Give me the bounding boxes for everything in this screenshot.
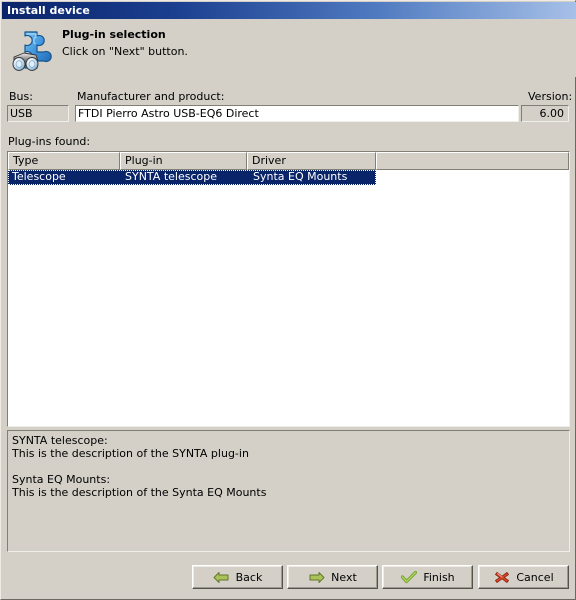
bus-field: USB: [7, 105, 69, 122]
description-pane: SYNTA telescope: This is the description…: [7, 430, 570, 552]
checkmark-icon: [400, 570, 417, 585]
cell-type: Telescope: [12, 170, 66, 183]
cancel-button[interactable]: Cancel: [478, 565, 569, 589]
listview-header: Type Plug-in Driver: [8, 152, 569, 170]
back-button[interactable]: Back: [192, 565, 283, 589]
next-button[interactable]: Next: [287, 565, 378, 589]
titlebar: Install device: [2, 2, 576, 19]
close-icon: [493, 570, 510, 585]
column-header-driver[interactable]: Driver: [247, 152, 376, 170]
cell-driver: Synta EQ Mounts: [253, 170, 348, 183]
description-line-1: SYNTA telescope:: [12, 434, 108, 447]
bus-label: Bus:: [9, 90, 33, 103]
plugins-listview[interactable]: Type Plug-in Driver Telescope SYNTA tele…: [7, 151, 570, 427]
version-label: Version:: [528, 90, 573, 103]
finish-button[interactable]: Finish: [382, 565, 473, 589]
column-header-plugin[interactable]: Plug-in: [120, 152, 247, 170]
table-row[interactable]: Telescope SYNTA telescope Synta EQ Mount…: [8, 170, 376, 185]
column-header-type[interactable]: Type: [8, 152, 120, 170]
finish-button-label: Finish: [423, 570, 455, 584]
arrow-left-icon: [213, 570, 230, 585]
description-line-2: This is the description of the SYNTA plu…: [12, 447, 249, 460]
description-line-3: Synta EQ Mounts:: [12, 473, 111, 486]
button-bar: Back Next Finish Cancel: [2, 561, 576, 593]
header-band: Plug-in selection Click on "Next" button…: [2, 19, 576, 77]
cell-plugin: SYNTA telescope: [125, 170, 217, 183]
arrow-right-icon: [308, 570, 325, 585]
page-subtitle: Click on "Next" button.: [62, 45, 188, 58]
column-header-filler[interactable]: [376, 152, 569, 170]
page-title: Plug-in selection: [62, 28, 166, 41]
manufacturer-field[interactable]: FTDI Pierro Astro USB-EQ6 Direct: [75, 105, 519, 122]
install-device-dialog: Install device Plug-in selection Click o…: [0, 0, 576, 600]
back-button-label: Back: [235, 570, 263, 584]
next-button-label: Next: [331, 570, 357, 584]
version-field: 6.00: [521, 105, 569, 122]
description-line-4: This is the description of the Synta EQ …: [12, 486, 267, 499]
manufacturer-label: Manufacturer and product:: [77, 90, 225, 103]
window-title: Install device: [7, 4, 90, 17]
plugins-found-label: Plug-ins found:: [8, 135, 91, 148]
plugin-puzzle-icon: [9, 28, 59, 74]
listview-body: Telescope SYNTA telescope Synta EQ Mount…: [8, 170, 569, 426]
cancel-button-label: Cancel: [516, 570, 554, 584]
